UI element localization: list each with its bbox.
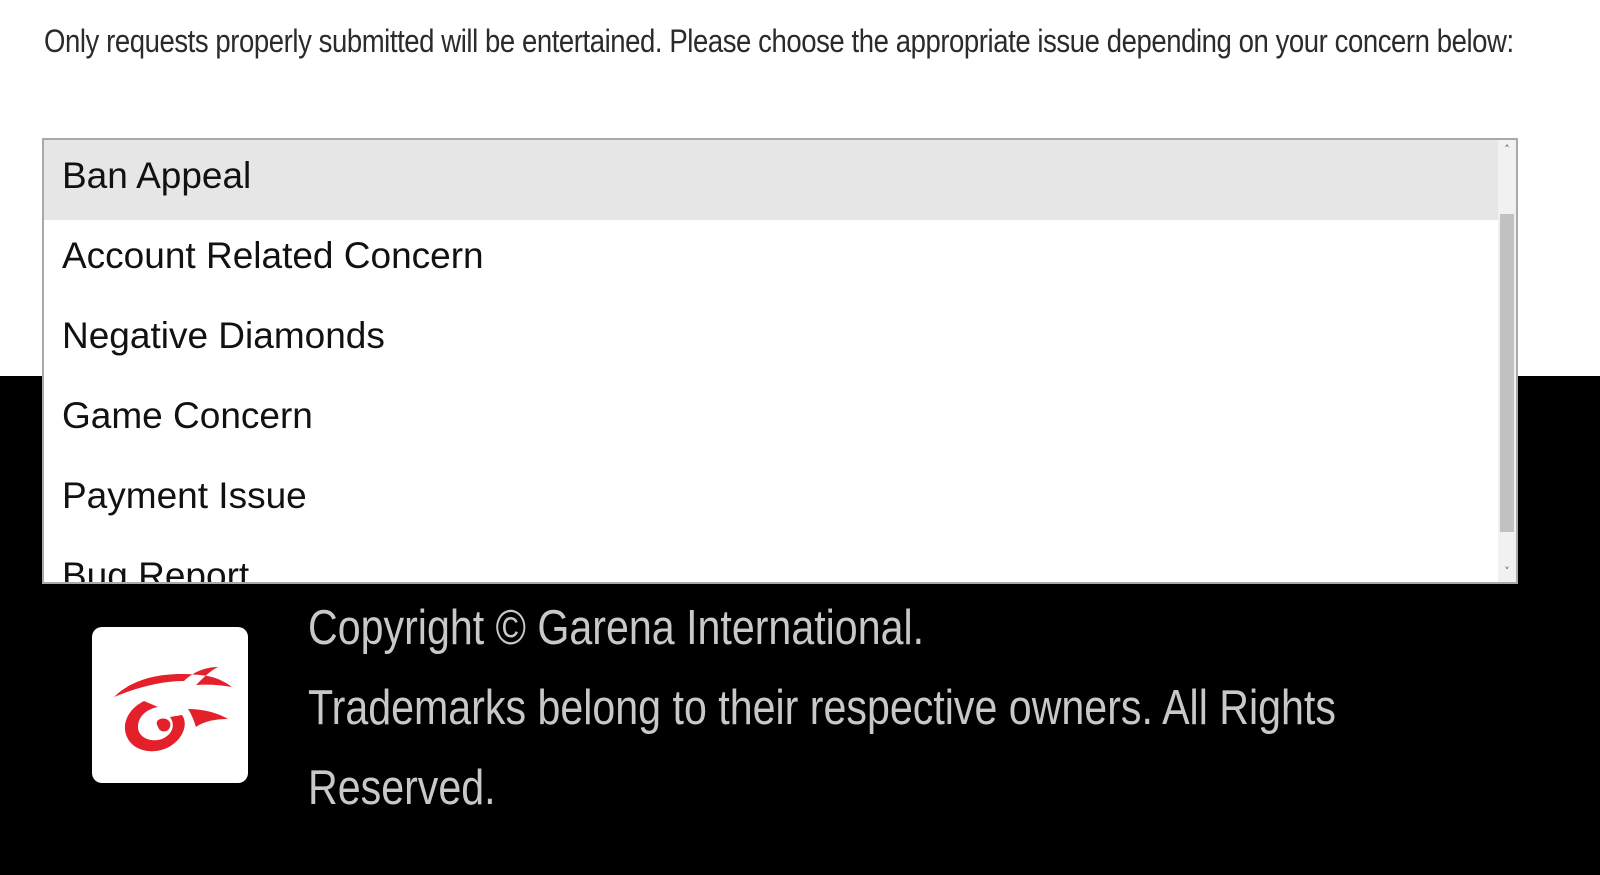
option-bug-report[interactable]: Bug Report — [44, 540, 1500, 582]
copyright-line: Copyright © Garena International. — [308, 601, 925, 655]
scroll-thumb[interactable] — [1500, 214, 1514, 532]
copyright-block: Copyright © Garena International. Tradem… — [308, 588, 1400, 828]
scroll-down-icon[interactable]: ˅ — [1498, 564, 1516, 580]
option-game-concern[interactable]: Game Concern — [44, 380, 1500, 460]
option-payment-issue[interactable]: Payment Issue — [44, 460, 1500, 540]
scroll-up-icon[interactable]: ˄ — [1498, 142, 1516, 158]
option-ban-appeal[interactable]: Ban Appeal — [44, 140, 1500, 220]
intro-text: Only requests properly submitted will be… — [44, 23, 1514, 59]
trademark-line-2: Reserved. — [308, 761, 496, 815]
option-account-related-concern[interactable]: Account Related Concern — [44, 220, 1500, 300]
garena-logo-icon — [92, 627, 248, 783]
option-negative-diamonds[interactable]: Negative Diamonds — [44, 300, 1500, 380]
issue-select-list[interactable]: Ban Appeal Account Related Concern Negat… — [42, 138, 1518, 584]
trademark-line-1: Trademarks belong to their respective ow… — [308, 681, 1336, 735]
listbox-scrollbar[interactable]: ˄ ˅ — [1498, 140, 1516, 582]
